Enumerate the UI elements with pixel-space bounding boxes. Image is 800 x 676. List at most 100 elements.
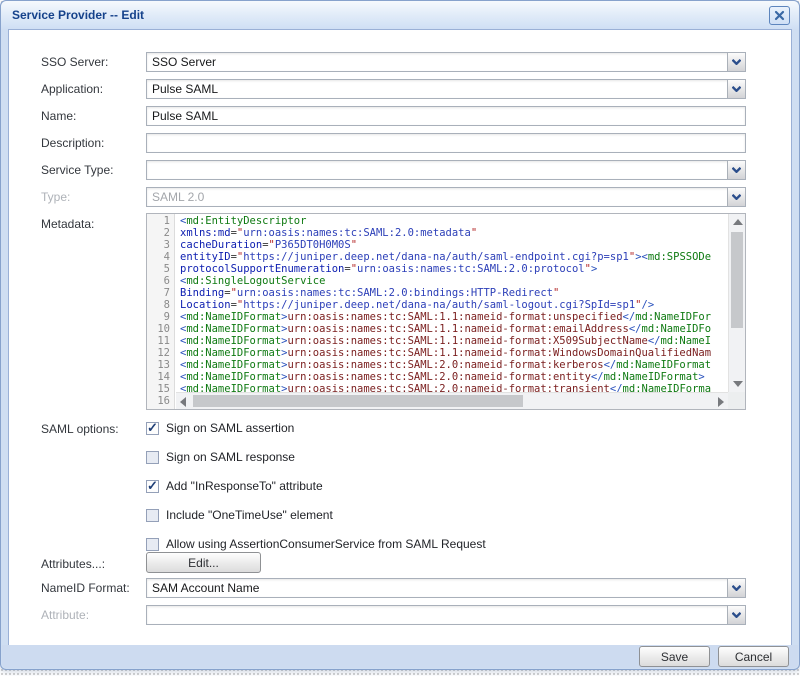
checked-checkbox[interactable] — [146, 422, 159, 435]
metadata-code-lines[interactable]: <md:EntityDescriptorxmlns:md="urn:oasis:… — [176, 214, 728, 392]
nameid-format-value: SAM Account Name — [152, 579, 725, 597]
application-label: Application: — [41, 79, 141, 99]
line-number: 11 — [147, 335, 170, 347]
unchecked-checkbox[interactable] — [146, 538, 159, 551]
code-line: cacheDuration="P365DT0H0M0S" — [180, 239, 728, 251]
name-input[interactable]: Pulse SAML — [146, 106, 746, 126]
code-line: <md:NameIDFormat>urn:oasis:names:tc:SAML… — [180, 323, 728, 335]
close-button[interactable] — [769, 6, 790, 25]
attributes-label: Attributes...: — [41, 554, 141, 574]
saml-option-row: Sign on SAML assertion — [146, 420, 294, 436]
metadata-code-editor[interactable]: 12345678910111213141516 <md:EntityDescri… — [146, 213, 746, 410]
sso-server-value: SSO Server — [152, 53, 725, 71]
line-number: 16 — [147, 395, 170, 407]
chevron-down-icon — [732, 167, 741, 173]
scrollbar-corner — [728, 392, 745, 409]
metadata-horizontal-scrollbar[interactable] — [176, 392, 728, 409]
nameid-format-combobox[interactable]: SAM Account Name — [146, 578, 746, 598]
saml-option-row: Sign on SAML response — [146, 449, 295, 465]
sso-server-dropdown-button[interactable] — [727, 53, 745, 71]
metadata-label: Metadata: — [41, 214, 141, 234]
checkbox-label: Allow using AssertionConsumerService fro… — [166, 537, 486, 551]
code-line: protocolSupportEnumeration="urn:oasis:na… — [180, 263, 728, 275]
line-number: 10 — [147, 323, 170, 335]
line-number: 7 — [147, 287, 170, 299]
type-combobox: SAML 2.0 — [146, 187, 746, 207]
chevron-down-icon — [732, 194, 741, 200]
service-type-dropdown-button[interactable] — [727, 161, 745, 179]
description-input[interactable] — [146, 133, 746, 153]
saml-options-label: SAML options: — [41, 419, 141, 439]
chevron-down-icon — [732, 86, 741, 92]
line-number: 2 — [147, 227, 170, 239]
service-type-combobox[interactable] — [146, 160, 746, 180]
scroll-right-icon[interactable] — [718, 397, 724, 407]
chevron-down-icon — [732, 612, 741, 618]
line-number: 8 — [147, 299, 170, 311]
application-dropdown-button[interactable] — [727, 80, 745, 98]
application-value: Pulse SAML — [152, 80, 725, 98]
line-number: 3 — [147, 239, 170, 251]
description-label: Description: — [41, 133, 141, 153]
checkbox-label: Include "OneTimeUse" element — [166, 508, 333, 522]
close-icon — [774, 10, 785, 21]
code-line: <md:NameIDFormat>urn:oasis:names:tc:SAML… — [180, 371, 728, 383]
scroll-left-icon[interactable] — [180, 397, 186, 407]
line-number: 6 — [147, 275, 170, 287]
chevron-down-icon — [732, 59, 741, 65]
code-line: <md:NameIDFormat>urn:oasis:names:tc:SAML… — [180, 335, 728, 347]
line-number: 4 — [147, 251, 170, 263]
attribute-combobox — [146, 605, 746, 625]
type-value: SAML 2.0 — [152, 188, 725, 206]
horizontal-scroll-thumb[interactable] — [193, 395, 523, 407]
line-number: 5 — [147, 263, 170, 275]
code-line: <md:NameIDFormat>urn:oasis:names:tc:SAML… — [180, 383, 728, 392]
code-line: <md:EntityDescriptor — [180, 215, 728, 227]
line-number: 9 — [147, 311, 170, 323]
dialog-titlebar[interactable]: Service Provider -- Edit — [1, 1, 799, 29]
code-line: <md:NameIDFormat>urn:oasis:names:tc:SAML… — [180, 347, 728, 359]
name-label: Name: — [41, 106, 141, 126]
attributes-edit-button[interactable]: Edit... — [146, 552, 261, 573]
service-provider-edit-dialog: Service Provider -- Edit SSO Server: SSO… — [0, 0, 800, 670]
scroll-down-icon[interactable] — [733, 381, 743, 387]
checkbox-label: Add "InResponseTo" attribute — [166, 479, 323, 493]
line-number: 13 — [147, 359, 170, 371]
type-dropdown-button — [727, 188, 745, 206]
application-combobox[interactable]: Pulse SAML — [146, 79, 746, 99]
code-line: entityID="https://juniper.deep.net/dana-… — [180, 251, 728, 263]
saml-option-row: Include "OneTimeUse" element — [146, 507, 333, 523]
chevron-down-icon — [732, 585, 741, 591]
unchecked-checkbox[interactable] — [146, 509, 159, 522]
sso-server-label: SSO Server: — [41, 52, 141, 72]
dialog-body: SSO Server: SSO Server Application: Puls… — [8, 29, 792, 648]
code-line: Binding="urn:oasis:names:tc:SAML:2.0:bin… — [180, 287, 728, 299]
saml-option-row: Add "InResponseTo" attribute — [146, 478, 323, 494]
vertical-scroll-thumb[interactable] — [731, 232, 743, 328]
scroll-up-icon[interactable] — [733, 219, 743, 225]
code-line: <md:NameIDFormat>urn:oasis:names:tc:SAML… — [180, 359, 728, 371]
checkbox-label: Sign on SAML assertion — [166, 421, 294, 435]
dialog-footer: Save Cancel — [2, 645, 798, 668]
nameid-format-dropdown-button[interactable] — [727, 579, 745, 597]
saml-option-row: Allow using AssertionConsumerService fro… — [146, 536, 486, 552]
line-number: 15 — [147, 383, 170, 395]
line-number: 1 — [147, 215, 170, 227]
cancel-button[interactable]: Cancel — [718, 646, 789, 667]
attribute-label: Attribute: — [41, 605, 141, 625]
dialog-title: Service Provider -- Edit — [12, 8, 144, 22]
checkbox-label: Sign on SAML response — [166, 450, 295, 464]
checked-checkbox[interactable] — [146, 480, 159, 493]
code-line: Location="https://juniper.deep.net/dana-… — [180, 299, 728, 311]
name-value: Pulse SAML — [152, 107, 741, 125]
code-line: <md:SingleLogoutService — [180, 275, 728, 287]
line-number: 12 — [147, 347, 170, 359]
metadata-gutter: 12345678910111213141516 — [147, 214, 175, 409]
code-line: <md:NameIDFormat>urn:oasis:names:tc:SAML… — [180, 311, 728, 323]
sso-server-combobox[interactable]: SSO Server — [146, 52, 746, 72]
unchecked-checkbox[interactable] — [146, 451, 159, 464]
line-number: 14 — [147, 371, 170, 383]
metadata-vertical-scrollbar[interactable] — [728, 214, 745, 392]
attribute-dropdown-button — [727, 606, 745, 624]
save-button[interactable]: Save — [639, 646, 710, 667]
